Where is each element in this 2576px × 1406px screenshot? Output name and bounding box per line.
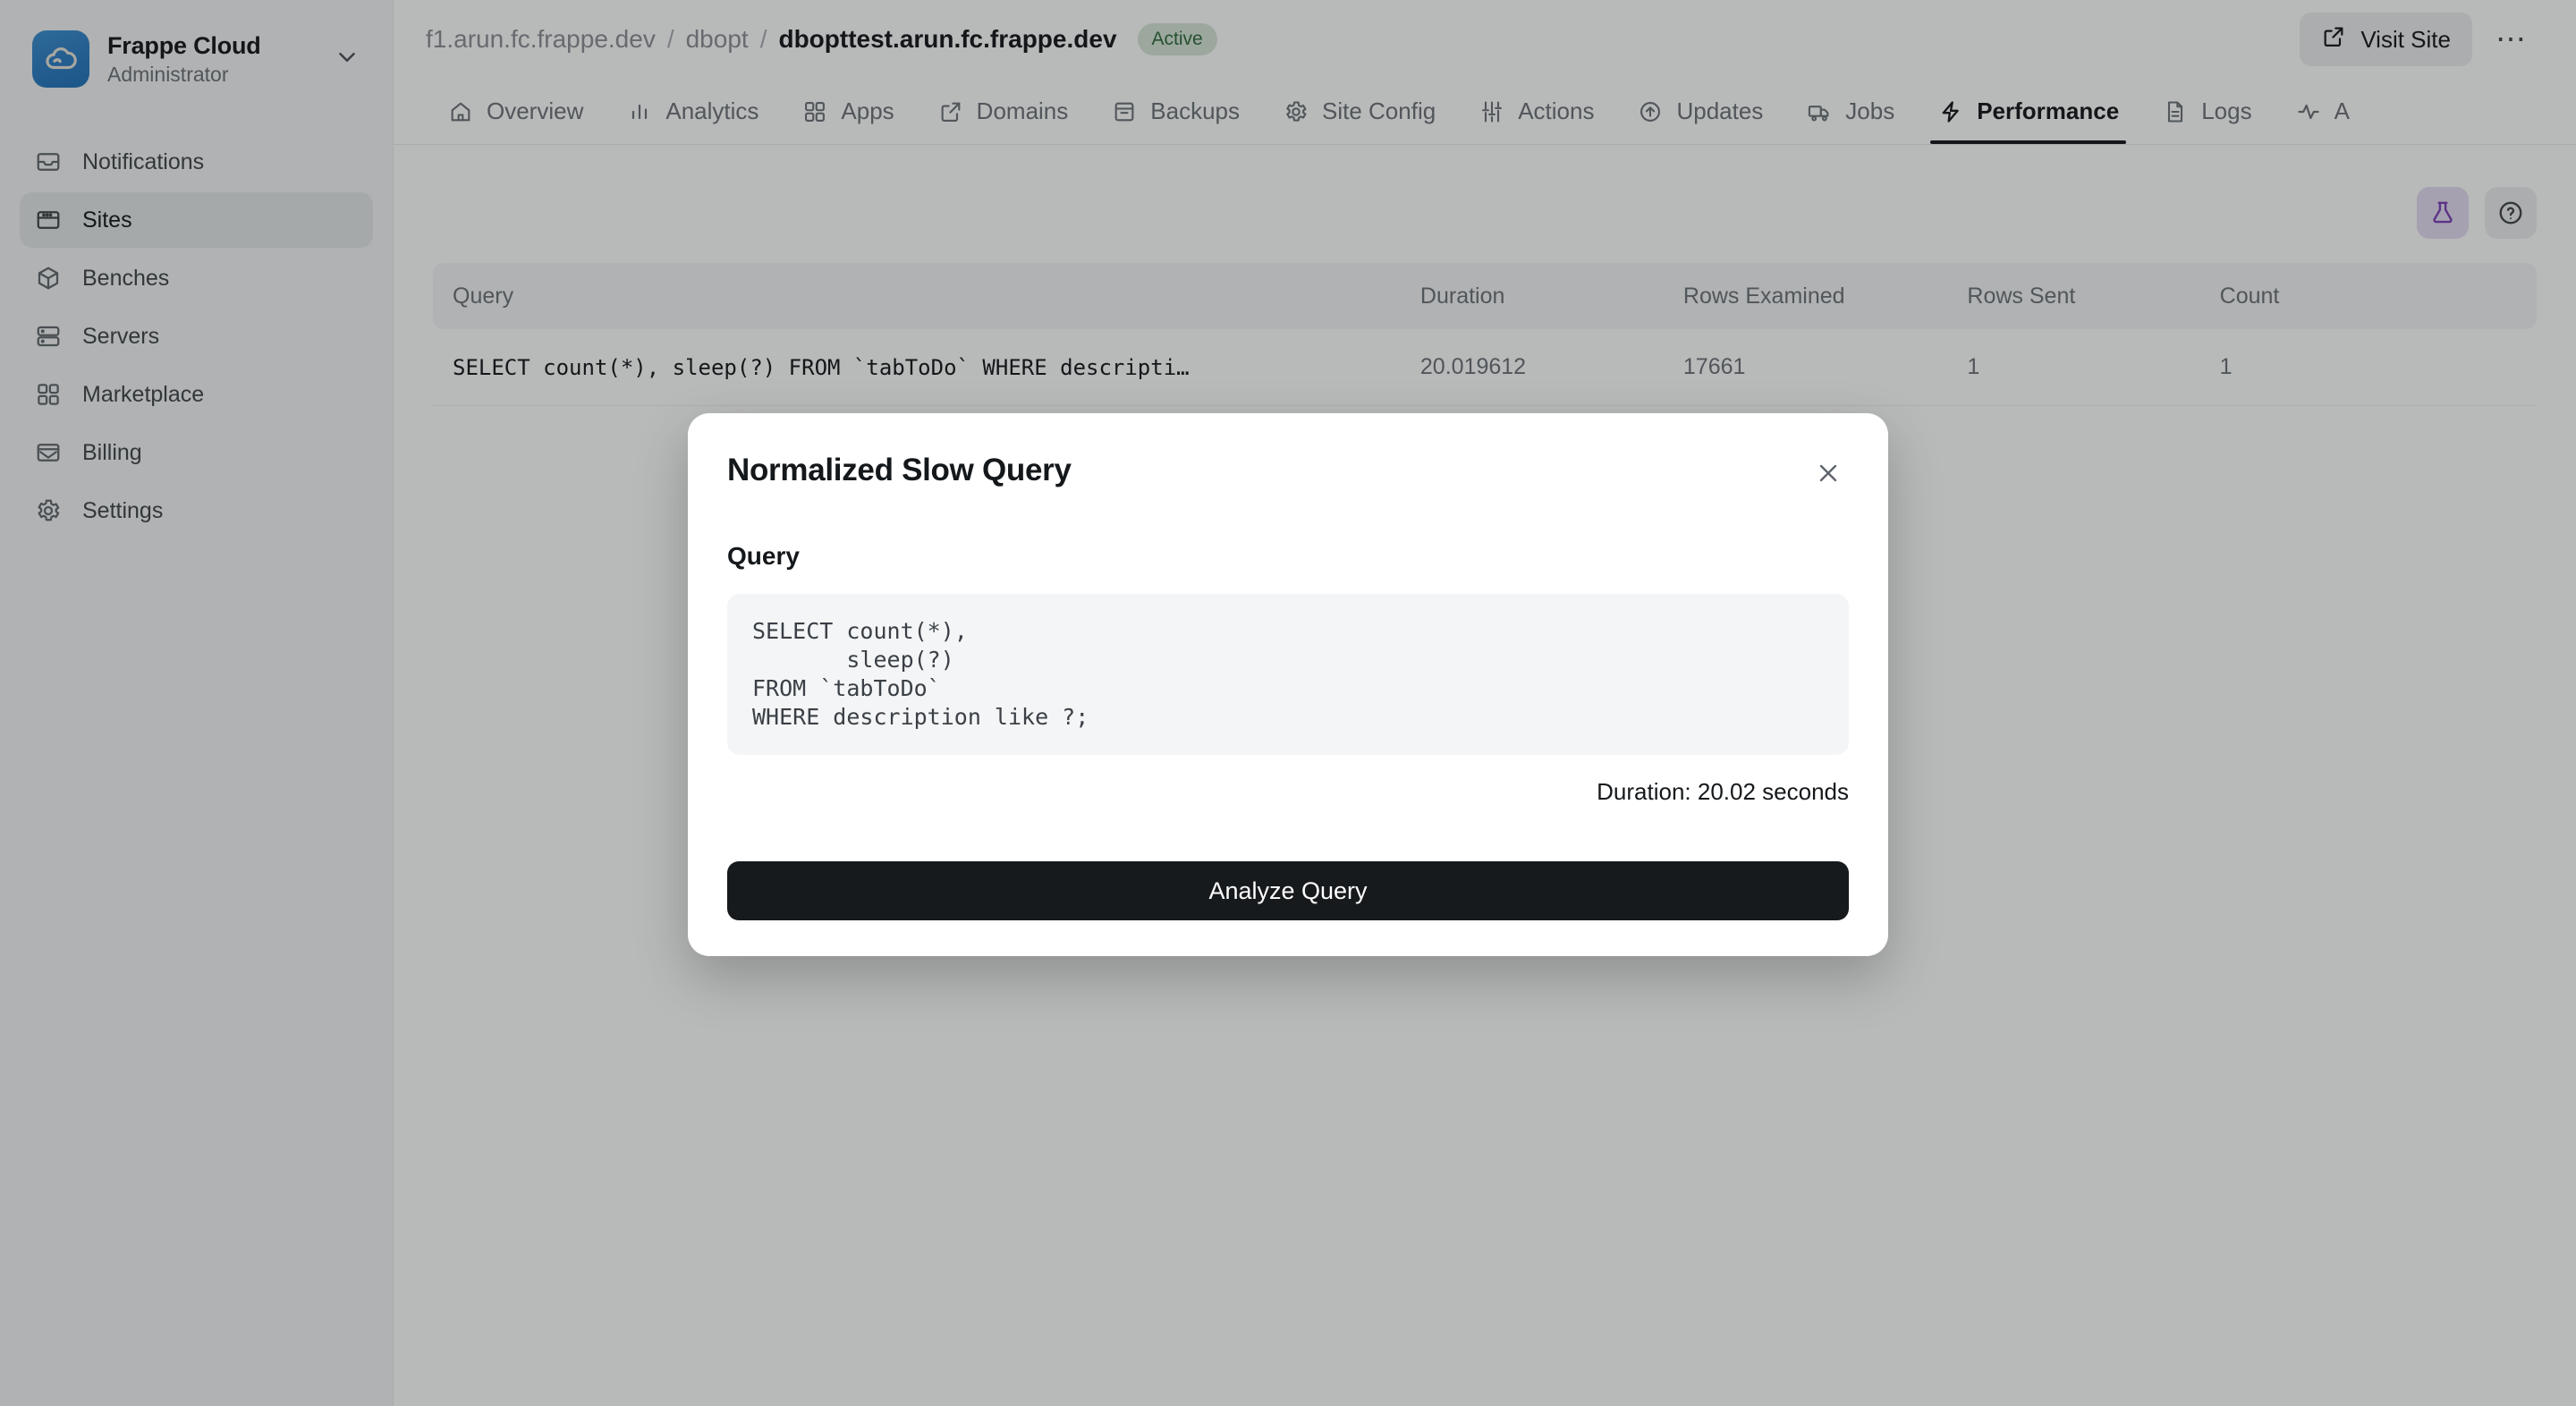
query-duration-text: Duration: 20.02 seconds: [1597, 778, 1849, 805]
normalized-slow-query-dialog: Normalized Slow Query Query SELECT count…: [688, 413, 1888, 956]
analyze-query-button[interactable]: Analyze Query: [727, 861, 1849, 920]
close-icon[interactable]: [1808, 453, 1849, 494]
query-section-label: Query: [727, 542, 800, 570]
app-root: Frappe Cloud Administrator Notifications…: [0, 0, 2576, 1406]
query-sql-text: SELECT count(*), sleep(?) FROM `tabToDo`…: [752, 618, 1089, 730]
dialog-header: Normalized Slow Query: [727, 453, 1849, 494]
query-code-block: SELECT count(*), sleep(?) FROM `tabToDo`…: [727, 594, 1849, 755]
dialog-title: Normalized Slow Query: [727, 453, 1072, 487]
